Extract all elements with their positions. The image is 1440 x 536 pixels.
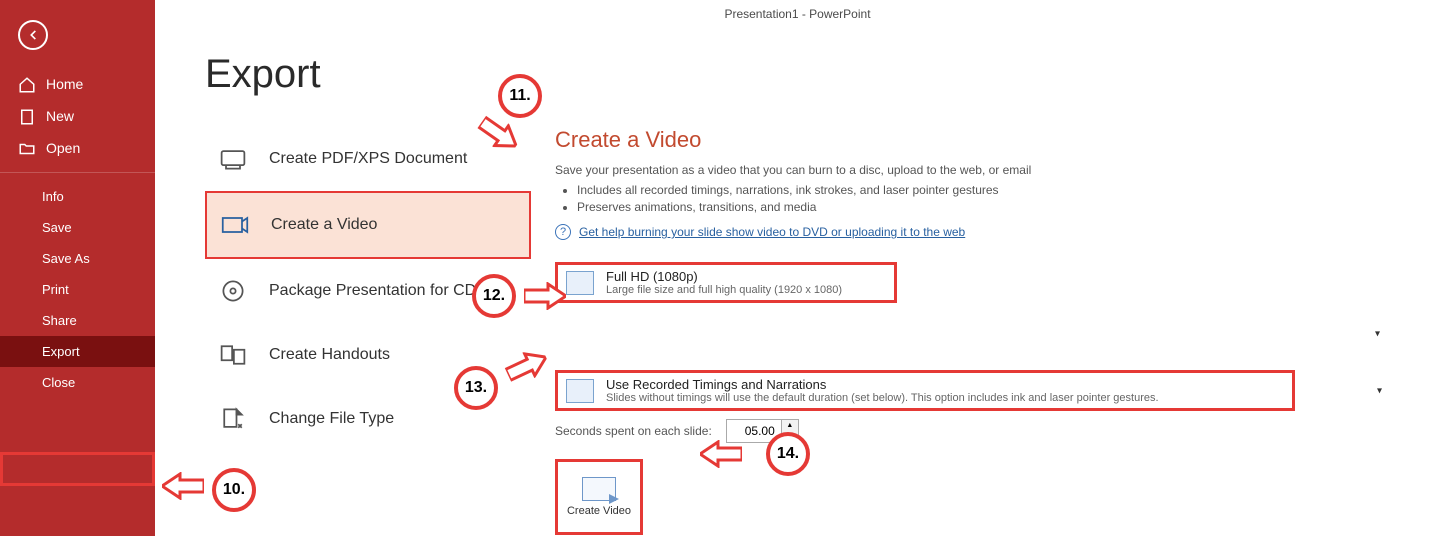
panel-title: Create a Video (555, 127, 1390, 153)
filetype-icon (217, 405, 249, 433)
handouts-icon (217, 341, 249, 369)
sidebar-item-saveas[interactable]: Save As (0, 243, 155, 274)
sidebar-item-print[interactable]: Print (0, 274, 155, 305)
chevron-down-icon[interactable]: ▾ (1375, 329, 1380, 340)
export-option-label: Create PDF/XPS Document (269, 150, 467, 168)
sidebar-item-close[interactable]: Close (0, 367, 155, 398)
title-text: Presentation1 - PowerPoint (724, 7, 870, 21)
export-option-label: Create a Video (271, 216, 377, 234)
dropdown-subtitle: Large file size and full high quality (1… (606, 284, 886, 296)
new-icon (18, 108, 36, 124)
sidebar-item-label: Save (42, 220, 72, 235)
page-title: Export (205, 52, 1390, 97)
create-video-panel: Create a Video Save your presentation as… (555, 127, 1390, 535)
cd-icon (217, 277, 249, 305)
quality-dropdown[interactable]: Full HD (1080p) Large file size and full… (555, 262, 897, 303)
sidebar-item-export[interactable]: Export (0, 336, 155, 367)
sidebar-item-new[interactable]: New (0, 100, 155, 132)
sidebar-item-label: Share (42, 313, 77, 328)
annotation-arrow-10 (162, 472, 204, 500)
back-button[interactable] (18, 20, 48, 50)
backstage-sidebar: Home New Open Info Save Save As Print Sh… (0, 0, 155, 536)
panel-description: Save your presentation as a video that y… (555, 163, 1390, 177)
help-icon: ? (555, 224, 571, 240)
export-options-list: Create PDF/XPS Document Create a Video P… (205, 127, 531, 535)
video-icon (219, 211, 251, 239)
help-link[interactable]: Get help burning your slide show video t… (579, 225, 965, 239)
annotation-badge-10: 10. (212, 468, 256, 512)
seconds-label: Seconds spent on each slide: (555, 424, 712, 438)
sidebar-item-save[interactable]: Save (0, 212, 155, 243)
sidebar-item-label: New (46, 108, 74, 124)
annotation-arrow-14 (700, 440, 742, 468)
bullet-item: Includes all recorded timings, narration… (577, 183, 1390, 197)
sidebar-item-label: Open (46, 140, 80, 156)
home-icon (18, 76, 36, 92)
monitor-icon (566, 271, 594, 295)
timings-icon (566, 379, 594, 403)
sidebar-item-info[interactable]: Info (0, 181, 155, 212)
sidebar-item-home[interactable]: Home (0, 68, 155, 100)
sidebar-divider (0, 172, 155, 173)
bullet-item: Preserves animations, transitions, and m… (577, 200, 1390, 214)
sidebar-item-label: Export (42, 344, 80, 359)
export-option-video[interactable]: Create a Video (205, 191, 531, 259)
open-icon (18, 140, 36, 156)
dropdown-title: Full HD (1080p) (606, 269, 886, 284)
annotation-badge-11: 11. (498, 74, 542, 118)
annotation-badge-12: 12. (472, 274, 516, 318)
sidebar-item-label: Save As (42, 251, 90, 266)
spinner-up[interactable]: ▲ (782, 420, 798, 431)
sidebar-item-open[interactable]: Open (0, 132, 155, 164)
create-video-button[interactable]: Create Video (555, 459, 643, 535)
export-option-label: Change File Type (269, 410, 394, 428)
sidebar-item-share[interactable]: Share (0, 305, 155, 336)
annotation-badge-13: 13. (454, 366, 498, 410)
dropdown-subtitle: Slides without timings will use the defa… (606, 392, 1284, 404)
export-option-label: Package Presentation for CD (269, 282, 476, 300)
create-video-icon (582, 477, 616, 501)
dropdown-title: Use Recorded Timings and Narrations (606, 377, 1284, 392)
sidebar-item-label: Print (42, 282, 69, 297)
chevron-down-icon[interactable]: ▾ (1377, 385, 1382, 396)
sidebar-item-label: Info (42, 189, 64, 204)
timings-dropdown[interactable]: Use Recorded Timings and Narrations Slid… (555, 370, 1295, 411)
sidebar-item-label: Home (46, 76, 83, 92)
export-option-label: Create Handouts (269, 346, 390, 364)
annotation-badge-14: 14. (766, 432, 810, 476)
window-title: Presentation1 - PowerPoint (155, 0, 1440, 28)
annotation-arrow-12 (524, 282, 566, 310)
sidebar-item-label: Close (42, 375, 75, 390)
create-video-label: Create Video (567, 505, 631, 517)
pdf-icon (217, 145, 249, 173)
